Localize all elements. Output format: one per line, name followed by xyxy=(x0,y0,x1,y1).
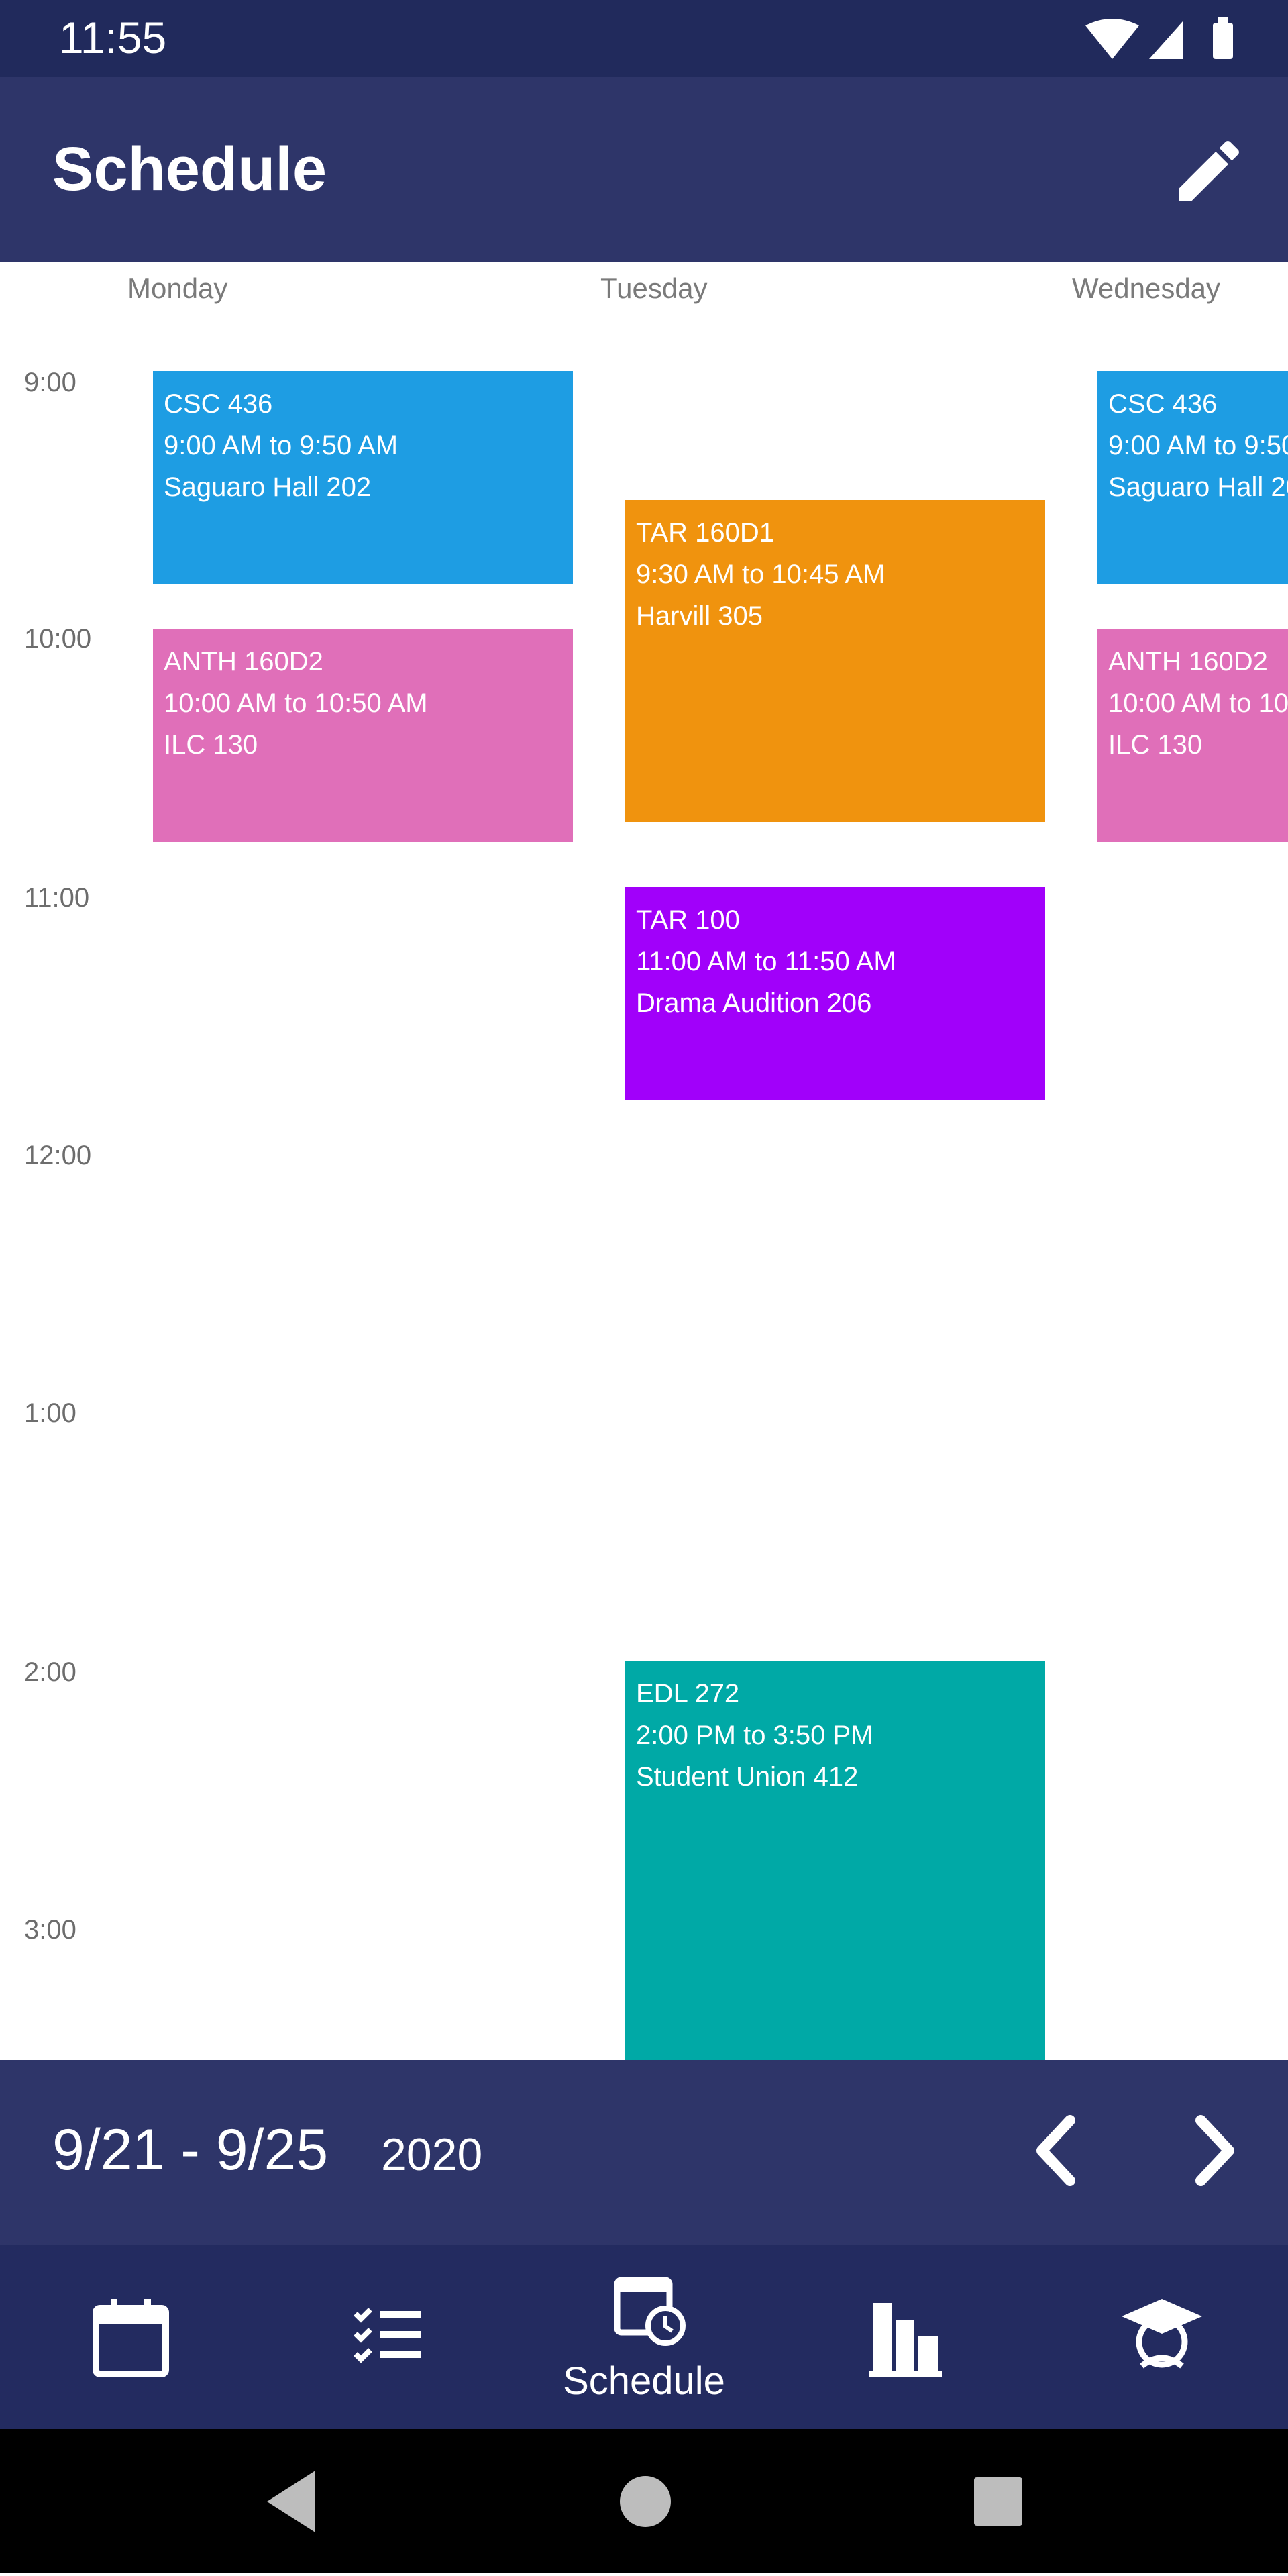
time-label-11: 11:00 xyxy=(24,883,90,913)
status-icons xyxy=(1085,16,1240,63)
calendar-icon xyxy=(93,2299,169,2377)
event-time: 10:00 AM to 10:50 AM xyxy=(164,688,428,718)
event-time: 9:00 AM to 9:50 AM xyxy=(1108,431,1288,460)
battery-icon xyxy=(1213,23,1233,59)
event-course: ANTH 160D2 xyxy=(164,647,323,676)
pencil-icon xyxy=(1179,140,1240,201)
event-card[interactable]: TAR 100 11:00 AM to 11:50 AM Drama Audit… xyxy=(625,887,1045,1100)
time-label-2: 2:00 xyxy=(24,1657,76,1687)
event-room: Saguaro Hall 202 xyxy=(1108,472,1288,502)
week-year: 2020 xyxy=(381,2129,483,2180)
nav-buildings[interactable] xyxy=(839,2261,973,2409)
event-room: Harvill 305 xyxy=(636,601,763,631)
event-room: Saguaro Hall 202 xyxy=(164,472,372,502)
event-course: TAR 160D1 xyxy=(636,518,775,548)
event-time: 10:00 AM to 10:50 AM xyxy=(1108,688,1288,718)
nav-schedule-label: Schedule xyxy=(563,2359,725,2403)
nav-calendar[interactable] xyxy=(64,2261,198,2409)
day-header-monday: Monday xyxy=(127,272,228,304)
event-course: TAR 100 xyxy=(636,905,740,935)
status-time: 11:55 xyxy=(59,13,167,62)
previous-week-button[interactable] xyxy=(1023,2114,1090,2187)
event-card[interactable]: CSC 436 9:00 AM to 9:50 AM Saguaro Hall … xyxy=(1097,371,1288,584)
event-room: ILC 130 xyxy=(164,730,258,760)
time-label-9: 9:00 xyxy=(24,368,76,397)
home-icon xyxy=(620,2476,671,2527)
event-room: Drama Audition 206 xyxy=(636,988,872,1018)
signal-icon xyxy=(1149,21,1183,59)
event-time: 2:00 PM to 3:50 PM xyxy=(636,1720,873,1750)
day-header-tuesday: Tuesday xyxy=(600,272,708,304)
chevron-right-icon xyxy=(1195,2115,1234,2186)
event-card[interactable]: CSC 436 9:00 AM to 9:50 AM Saguaro Hall … xyxy=(153,371,573,584)
time-label-10: 10:00 xyxy=(24,624,92,654)
event-card[interactable]: EDL 272 2:00 PM to 3:50 PM Student Union… xyxy=(625,1661,1045,2060)
event-course: CSC 436 xyxy=(1108,389,1218,419)
event-course: ANTH 160D2 xyxy=(1108,647,1268,676)
checklist-icon xyxy=(354,2308,421,2363)
event-card[interactable]: TAR 160D1 9:30 AM to 10:45 AM Harvill 30… xyxy=(625,500,1045,822)
time-label-12: 12:00 xyxy=(24,1141,92,1170)
building-icon xyxy=(869,2303,942,2377)
day-header-wednesday: Wednesday xyxy=(1072,272,1221,304)
recents-icon xyxy=(974,2477,1022,2526)
week-range: 9/21 - 9/25 xyxy=(52,2118,329,2182)
event-time: 9:30 AM to 10:45 AM xyxy=(636,560,885,589)
event-course: CSC 436 xyxy=(164,389,273,419)
event-card[interactable]: ANTH 160D2 10:00 AM to 10:50 AM ILC 130 xyxy=(1097,629,1288,842)
next-week-button[interactable] xyxy=(1181,2114,1248,2187)
event-card[interactable]: ANTH 160D2 10:00 AM to 10:50 AM ILC 130 xyxy=(153,629,573,842)
page-title: Schedule xyxy=(52,135,327,203)
system-navigation-bar xyxy=(0,2429,1288,2573)
back-icon xyxy=(267,2471,315,2532)
event-time: 9:00 AM to 9:50 AM xyxy=(164,431,398,460)
schedule-calendar[interactable]: Monday Tuesday Wednesday 9:00 10:00 11:0… xyxy=(0,262,1288,2060)
chevron-left-icon xyxy=(1036,2115,1075,2186)
time-label-3: 3:00 xyxy=(24,1915,76,1945)
event-time: 11:00 AM to 11:50 AM xyxy=(636,947,896,976)
event-room: Student Union 412 xyxy=(636,1762,859,1792)
nav-checklist[interactable] xyxy=(321,2261,455,2409)
wifi-icon xyxy=(1085,19,1139,59)
graduate-icon xyxy=(1122,2299,1202,2369)
time-label-1: 1:00 xyxy=(24,1398,76,1428)
edit-button[interactable] xyxy=(1169,131,1249,211)
event-room: ILC 130 xyxy=(1108,730,1203,760)
schedule-icon xyxy=(614,2277,686,2346)
nav-profile[interactable] xyxy=(1095,2261,1229,2409)
event-course: EDL 272 xyxy=(636,1679,740,1708)
